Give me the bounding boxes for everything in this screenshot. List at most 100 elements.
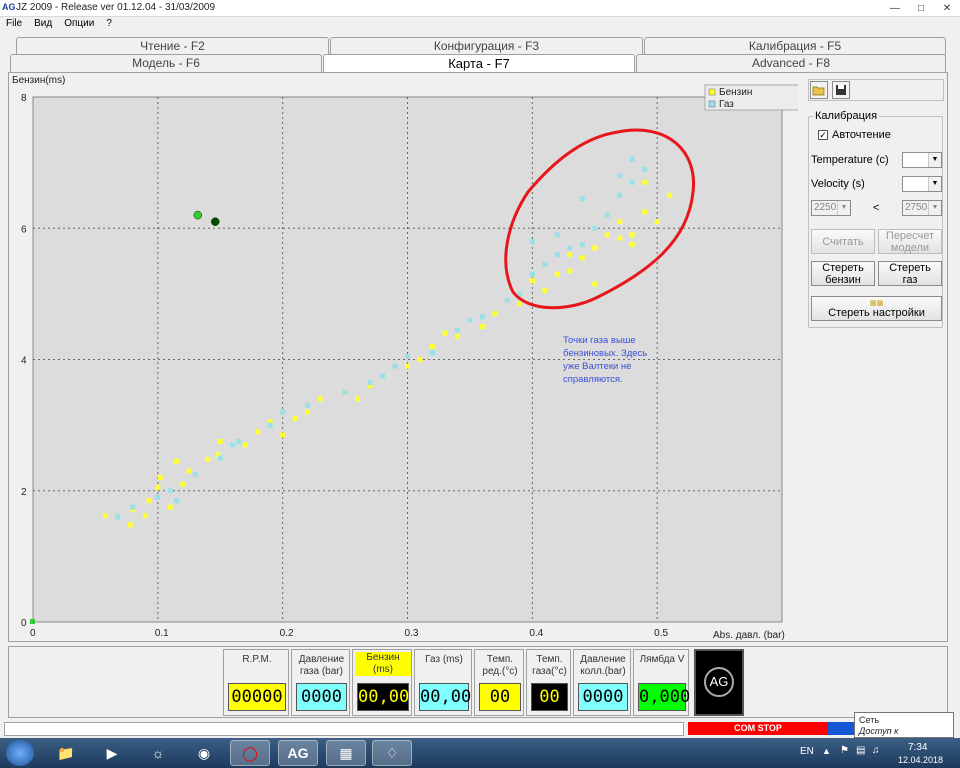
rpm-separator: < <box>873 202 880 214</box>
erase-petrol-label-2: бензин <box>825 273 861 286</box>
chevron-down-icon: ▼ <box>928 153 941 167</box>
x-tick-label: 0 <box>30 628 36 639</box>
y-tick-label: 6 <box>21 224 27 235</box>
petrol-point <box>255 429 261 435</box>
petrol-point <box>355 396 361 402</box>
gas-point <box>236 439 242 445</box>
tray-arrow-icon[interactable]: ▲ <box>822 746 831 756</box>
gas-point <box>174 498 180 504</box>
annotation-line-2: бензиновых. Здесь <box>563 348 647 359</box>
clock-date[interactable]: 12.04.2018 <box>898 755 943 765</box>
clock-time[interactable]: 7:34 <box>908 742 927 753</box>
tab-advanced[interactable]: Advanced - F8 <box>636 54 946 72</box>
gas-point <box>367 379 373 385</box>
erase-gas-button[interactable]: Стереть газ <box>878 261 942 286</box>
title-bar: AG JZ 2009 - Release ver 01.12.04 - 31/0… <box>0 0 960 17</box>
erase-settings-button[interactable]: ▦▦ Стереть настройки <box>811 296 942 321</box>
window-controls: — □ ✕ <box>882 0 960 17</box>
velocity-select[interactable]: ▼ <box>902 176 942 192</box>
gas-point <box>629 156 635 162</box>
chart-legend: Бензин Газ <box>704 84 798 111</box>
start-button[interactable] <box>6 740 34 766</box>
tab-read[interactable]: Чтение - F2 <box>16 37 329 55</box>
petrol-point <box>280 432 286 438</box>
calibration-title: Калибрация <box>813 110 880 122</box>
erase-petrol-button[interactable]: Стереть бензин <box>811 261 875 286</box>
menu-help[interactable]: ? <box>100 17 118 31</box>
temperature-select[interactable]: ▼ <box>902 152 942 168</box>
window-title: JZ 2009 - Release ver 01.12.04 - 31/03/2… <box>16 2 216 13</box>
menu-file[interactable]: File <box>0 17 28 31</box>
tab-model[interactable]: Модель - F6 <box>10 54 322 72</box>
palette-icon[interactable]: ♢ <box>372 740 412 766</box>
recalc-model-button[interactable]: Пересчет модели <box>878 229 942 254</box>
gas-point <box>542 261 548 267</box>
erase-gas-label-2: газ <box>902 273 918 286</box>
gauge-label: Давление колл.(bar) <box>580 654 626 677</box>
gauge-box: Давление газа (bar) 0000 <box>291 649 350 716</box>
tab-row-2: Модель - F6 Карта - F7 Advanced - F8 <box>0 54 960 74</box>
legend-label-petrol: Бензин <box>719 87 752 98</box>
gas-point <box>392 363 398 369</box>
auto-read-checkbox[interactable]: ✓ <box>818 130 828 140</box>
flag-icon[interactable]: ⚑ <box>840 745 849 756</box>
gauge-value: 00 <box>531 683 568 711</box>
chevron-down-icon: ▼ <box>928 201 941 215</box>
legend-label-gas: Газ <box>719 99 734 110</box>
petrol-point <box>667 192 673 198</box>
menu-view[interactable]: Вид <box>28 17 58 31</box>
petrol-point <box>567 252 573 257</box>
rpm-low-select[interactable]: 2250 ▼ <box>811 200 851 216</box>
y-tick-label: 2 <box>21 487 27 498</box>
network-tooltip: Сеть Доступ к Интернету <box>854 712 954 747</box>
gauge-value: 0000 <box>296 683 347 711</box>
petrol-point <box>242 442 248 448</box>
petrol-point <box>217 439 223 445</box>
menu-options[interactable]: Опции <box>58 17 100 31</box>
tab-map[interactable]: Карта - F7 <box>323 54 635 74</box>
recalc-label-2: модели <box>890 241 930 254</box>
origin-marker <box>30 619 35 624</box>
rpm-high-select[interactable]: 2750 ▼ <box>902 200 942 216</box>
x-tick-label: 0.4 <box>529 628 543 639</box>
paint-icon[interactable]: ▦ <box>326 740 366 766</box>
read-button[interactable]: Считать <box>811 229 875 254</box>
current-point-marker <box>193 210 203 220</box>
petrol-point <box>142 513 148 519</box>
current-point-marker <box>211 217 220 226</box>
gas-point <box>617 173 623 179</box>
network-icon[interactable]: ▤ <box>856 745 865 756</box>
close-icon[interactable]: ✕ <box>934 0 960 17</box>
language-indicator[interactable]: EN <box>800 746 814 757</box>
minimize-icon[interactable]: — <box>882 0 908 17</box>
petrol-point <box>529 278 535 284</box>
velocity-label: Velocity (s) <box>811 178 865 190</box>
gas-point <box>217 455 223 461</box>
petrol-point <box>155 484 161 490</box>
petrol-point <box>517 301 523 307</box>
gas-point <box>567 245 573 251</box>
gas-point <box>592 225 598 231</box>
gas-point <box>479 314 485 320</box>
com-stop-indicator[interactable]: COM STOP <box>688 722 828 735</box>
opera-icon[interactable]: ◯ <box>230 740 270 766</box>
gas-point <box>604 212 610 218</box>
gas-point <box>192 471 198 477</box>
x-axis-label: Abs. давл. (bar) <box>713 630 785 641</box>
ag-app-icon[interactable]: AG <box>278 740 318 766</box>
ag-logo: AG <box>704 667 734 697</box>
explorer-icon[interactable]: 📁 <box>46 740 86 766</box>
x-tick-label: 0.5 <box>654 628 668 639</box>
gauge-value: 00,00 <box>419 683 471 711</box>
menu-bar: File Вид Опции ? <box>0 17 960 31</box>
annotation-line-1: Точки газа выше <box>563 335 636 346</box>
tab-config[interactable]: Конфигурация - F3 <box>330 37 643 55</box>
firefox-icon[interactable]: ◉ <box>184 740 224 766</box>
volume-icon[interactable]: ♫ <box>872 745 880 756</box>
media-player-icon[interactable]: ▶ <box>92 740 132 766</box>
tab-calibration[interactable]: Калибрация - F5 <box>644 37 946 55</box>
gauge-box: Бензин (ms) 00,00 <box>352 649 412 716</box>
gas-point <box>342 389 348 395</box>
browser-icon[interactable]: ☼ <box>138 740 178 766</box>
maximize-icon[interactable]: □ <box>908 0 934 17</box>
